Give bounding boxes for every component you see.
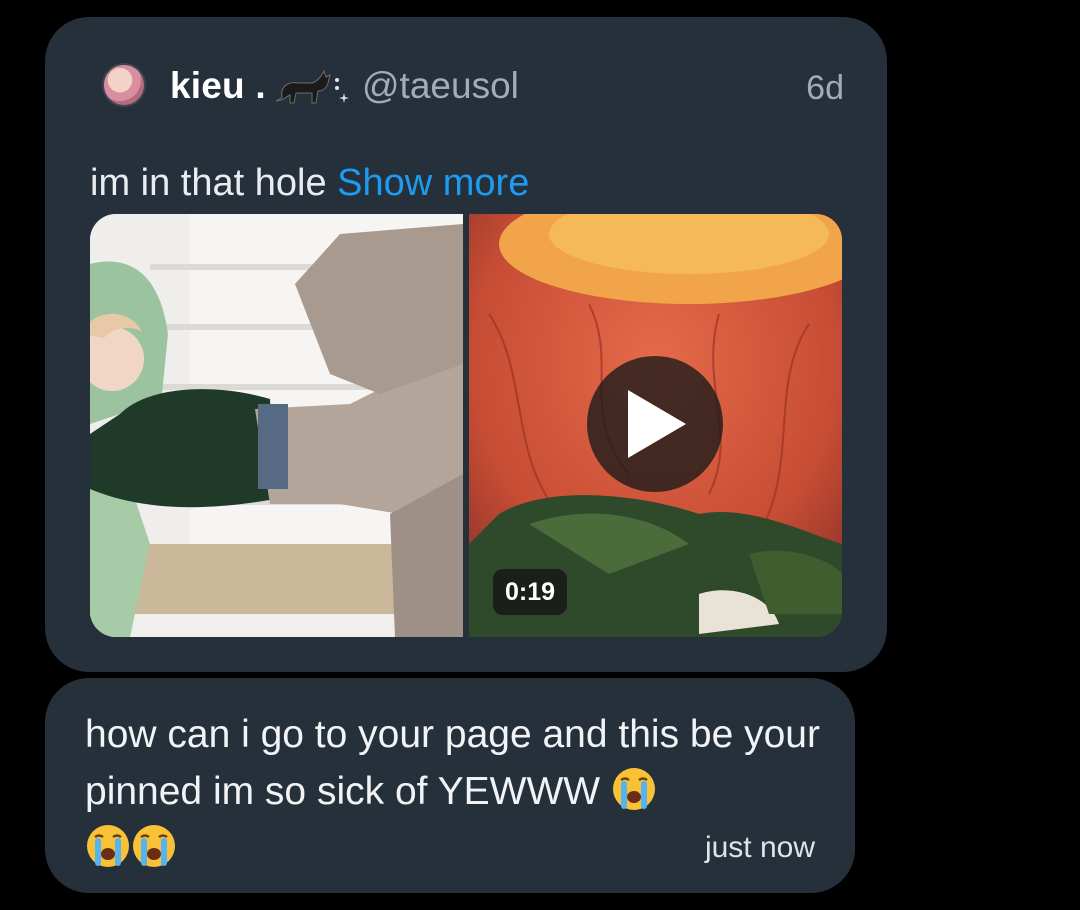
message-timestamp: just now	[704, 831, 815, 864]
author-handle[interactable]: @taeusol	[362, 65, 519, 107]
post-time: 6d	[806, 69, 844, 107]
video-duration-badge: 0:19	[493, 569, 568, 615]
message-body: how can i go to your page and this be yo…	[85, 713, 820, 813]
play-icon	[628, 390, 686, 458]
quoted-post-card[interactable]: kieu . @taeusol 6d im in that hole Show …	[45, 17, 887, 672]
loudly-crying-face-icon	[133, 825, 175, 867]
avatar[interactable]	[102, 63, 146, 107]
quoted-post-header: kieu . @taeusol 6d	[102, 59, 844, 109]
cat-icon	[275, 69, 331, 104]
sparkle-icon	[335, 78, 349, 103]
video-thumbnail[interactable]: 0:19	[469, 214, 842, 637]
photo-thumbnail[interactable]	[90, 214, 463, 637]
media-grid: 0:19	[90, 214, 842, 637]
dm-conversation: kieu . @taeusol 6d im in that hole Show …	[0, 0, 1080, 910]
post-text: im in that hole	[90, 162, 338, 204]
author-name[interactable]: kieu .	[170, 65, 266, 107]
show-more-link[interactable]: Show more	[337, 162, 529, 204]
photo-illustration	[90, 214, 463, 637]
loudly-crying-face-icon	[612, 768, 655, 810]
loudly-crying-face-icon	[87, 825, 129, 867]
quoted-post-text: im in that hole Show more	[90, 162, 529, 205]
message-bubble[interactable]: how can i go to your page and this be yo…	[45, 678, 855, 893]
play-button[interactable]	[587, 356, 723, 492]
